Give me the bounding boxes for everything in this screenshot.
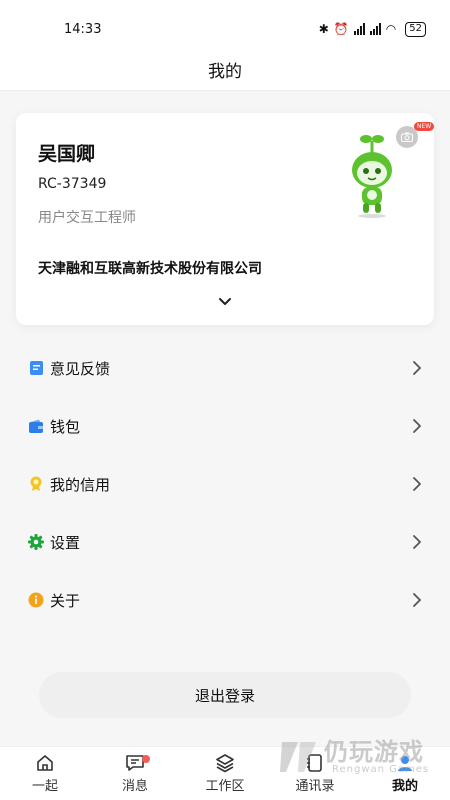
- gear-icon: [28, 534, 44, 550]
- mascot-avatar[interactable]: [342, 133, 402, 218]
- tab-messages[interactable]: 消息: [90, 747, 180, 800]
- menu-item-label: 关于: [50, 591, 81, 610]
- credit-icon: [28, 476, 44, 492]
- menu-item-label: 我的信用: [50, 475, 111, 494]
- status-icons: ✱ ⏰ ◠ 52: [318, 21, 426, 37]
- tab-label: 工作区: [205, 779, 245, 794]
- contacts-icon: [307, 754, 322, 772]
- logout-button[interactable]: 退出登录: [39, 672, 411, 718]
- battery-indicator: 52: [405, 21, 426, 37]
- page-title: 我的: [208, 61, 242, 82]
- tab-workspace[interactable]: 工作区: [180, 747, 270, 800]
- camera-icon: [401, 132, 413, 142]
- user-id: RC-37349: [38, 176, 107, 192]
- info-icon: [28, 592, 44, 608]
- menu-item-label: 钱包: [50, 417, 81, 436]
- menu-item-credit[interactable]: 我的信用: [0, 455, 450, 513]
- person-icon: [398, 756, 412, 771]
- menu-item-label: 意见反馈: [50, 359, 111, 378]
- user-role: 用户交互工程师: [38, 210, 136, 226]
- tab-label: 一起: [31, 779, 58, 794]
- chevron-right-icon: [413, 477, 421, 491]
- menu-item-about[interactable]: 关于: [0, 571, 450, 629]
- tab-label: 通讯录: [295, 779, 335, 794]
- chevron-right-icon: [413, 535, 421, 549]
- tab-label: 我的: [391, 779, 418, 794]
- wallet-icon: [28, 418, 44, 434]
- chevron-right-icon: [413, 361, 421, 375]
- tab-label: 消息: [121, 779, 148, 794]
- unread-badge: [142, 755, 150, 763]
- home-icon: [37, 755, 53, 771]
- alarm-icon: ⏰: [333, 22, 349, 36]
- chevron-right-icon: [413, 593, 421, 607]
- layers-icon: [216, 754, 234, 773]
- profile-card[interactable]: 吴国卿 RC-37349 用户交互工程师 天津融和互联高新技术股份有限公司 NE…: [16, 113, 435, 325]
- status-time: 14:33: [64, 21, 102, 37]
- new-badge: NEW: [414, 122, 435, 131]
- feedback-icon: [28, 360, 44, 376]
- tab-together[interactable]: 一起: [0, 747, 90, 800]
- signal-icon: [353, 23, 365, 35]
- company-name: 天津融和互联高新技术股份有限公司: [38, 261, 262, 277]
- menu-list: 意见反馈 钱包 我的信用 设置 关于: [0, 339, 450, 629]
- tab-mine[interactable]: 我的: [360, 747, 450, 800]
- bluetooth-icon: ✱: [318, 22, 329, 36]
- menu-item-label: 设置: [50, 533, 81, 552]
- wifi-icon: ◠: [385, 22, 397, 36]
- tab-contacts[interactable]: 通讯录: [270, 747, 360, 800]
- menu-item-settings[interactable]: 设置: [0, 513, 450, 571]
- menu-item-wallet[interactable]: 钱包: [0, 397, 450, 455]
- signal-icon-2: [369, 23, 381, 35]
- user-name: 吴国卿: [38, 143, 96, 165]
- bottom-tab-bar: 一起 消息 工作区 通讯录 我的: [0, 746, 450, 800]
- chevron-right-icon: [413, 419, 421, 433]
- menu-item-feedback[interactable]: 意见反馈: [0, 339, 450, 397]
- chevron-down-icon[interactable]: [215, 291, 235, 311]
